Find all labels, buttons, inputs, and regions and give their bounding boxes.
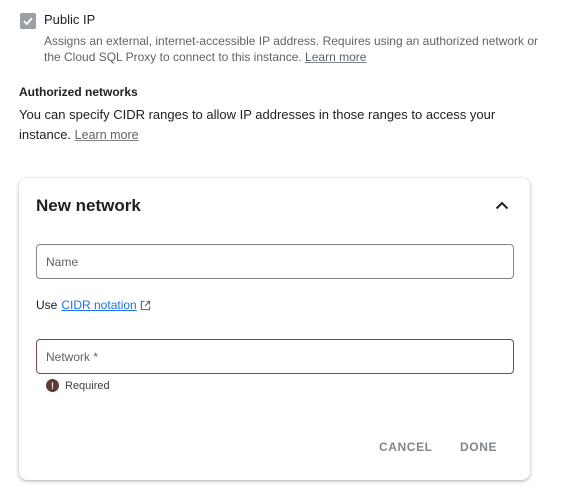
collapse-button[interactable]	[493, 198, 511, 212]
network-input[interactable]	[37, 340, 513, 373]
required-error-text: Required	[65, 379, 110, 392]
network-field[interactable]	[36, 339, 514, 374]
public-ip-checkbox[interactable]	[20, 13, 36, 29]
public-ip-learn-more-link[interactable]: Learn more	[305, 50, 366, 64]
authorized-networks-description: You can specify CIDR ranges to allow IP …	[19, 105, 519, 145]
chevron-up-icon	[495, 201, 509, 210]
authorized-networks-learn-more-link[interactable]: Learn more	[75, 128, 139, 142]
use-label: Use	[36, 298, 58, 312]
name-input[interactable]	[37, 245, 513, 278]
open-in-new-icon[interactable]	[140, 300, 151, 311]
cidr-notation-link[interactable]: CIDR notation	[61, 298, 136, 312]
done-button[interactable]: DONE	[460, 440, 497, 454]
network-error: ! Required	[46, 379, 110, 392]
error-icon: !	[46, 379, 59, 392]
new-network-title: New network	[36, 196, 141, 215]
public-ip-description-text: Assigns an external, internet-accessible…	[44, 34, 539, 64]
new-network-card: New network Use CIDR notation ! Required…	[19, 178, 530, 480]
public-ip-option[interactable]: Public IP Assigns an external, internet-…	[20, 11, 544, 65]
public-ip-label: Public IP	[44, 12, 96, 27]
cancel-button[interactable]: CANCEL	[379, 440, 433, 454]
cidr-hint: Use CIDR notation	[36, 298, 151, 312]
authorized-networks-title: Authorized networks	[19, 85, 138, 99]
name-field[interactable]	[36, 244, 514, 279]
public-ip-description: Assigns an external, internet-accessible…	[44, 33, 544, 65]
check-icon	[23, 17, 33, 26]
